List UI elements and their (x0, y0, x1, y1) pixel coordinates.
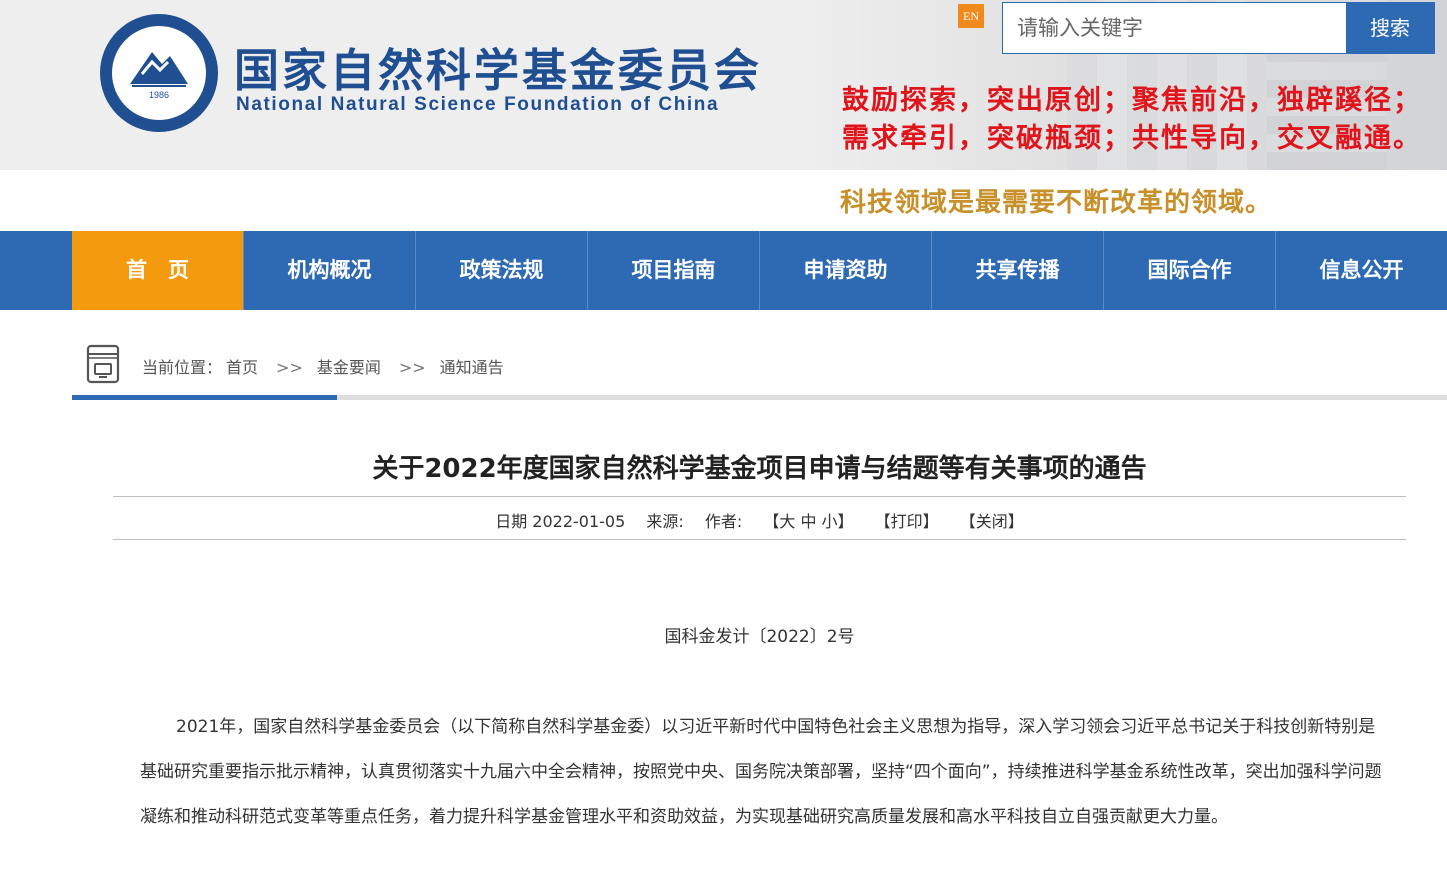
nav-list: 首 页 机构概况 政策法规 项目指南 申请资助 共享传播 国际合作 信息公开 (72, 231, 1447, 310)
breadcrumb-divider-accent (72, 395, 337, 400)
logo-year: 1986 (148, 90, 170, 100)
meta-divider (113, 539, 1406, 540)
article-author: 作者: (704, 512, 743, 531)
nav-item-home[interactable]: 首 页 (72, 231, 244, 310)
breadcrumb-prefix: 当前位置： (142, 358, 223, 377)
breadcrumb-notices-link[interactable]: 通知通告 (440, 358, 504, 377)
article-meta: 日期 2022-01-05 来源: 作者: 【大 中 小】 【打印】 【关闭】 (113, 508, 1406, 532)
breadcrumb-news-link[interactable]: 基金要闻 (317, 358, 381, 377)
nav-item-policies[interactable]: 政策法规 (416, 231, 588, 310)
english-version-button[interactable]: EN (958, 4, 984, 28)
nsfc-logo[interactable]: 1986 (100, 14, 218, 132)
location-book-icon (86, 344, 120, 384)
breadcrumb-separator: >> (276, 358, 303, 377)
breadcrumb-trail: 当前位置： 首页 >> 基金要闻 >> 通知通告 (142, 354, 508, 378)
article-body-paragraph: 2021年，国家自然科学基金委员会（以下简称自然科学基金委）以习近平新时代中国特… (140, 717, 1382, 827)
main-navigation: 首 页 机构概况 政策法规 项目指南 申请资助 共享传播 国际合作 信息公开 (0, 231, 1447, 310)
search-button[interactable]: 搜索 (1346, 3, 1434, 53)
document-number: 国科金发计〔2022〕2号 (664, 627, 855, 647)
mountain-icon (130, 52, 188, 87)
breadcrumb-separator: >> (398, 358, 426, 377)
article-date: 日期 2022-01-05 (495, 512, 626, 531)
site-title-chinese[interactable]: 国家自然科学基金委员会 (234, 34, 762, 99)
breadcrumb: 当前位置： 首页 >> 基金要闻 >> 通知通告 (72, 330, 1447, 400)
print-link[interactable]: 【打印】 (875, 512, 939, 531)
close-link[interactable]: 【关闭】 (960, 512, 1024, 531)
nav-item-sharing[interactable]: 共享传播 (932, 231, 1104, 310)
nav-item-disclosure[interactable]: 信息公开 (1276, 231, 1447, 310)
slogan-line-3: 科技领域是最需要不断改革的领域。 (840, 188, 1273, 218)
nav-item-guides[interactable]: 项目指南 (588, 231, 760, 310)
article-source: 来源: (646, 512, 684, 531)
site-header: 1986 国家自然科学基金委员会 National Natural Scienc… (0, 0, 1447, 231)
breadcrumb-home-link[interactable]: 首页 (226, 358, 258, 377)
title-divider (113, 496, 1406, 497)
nav-item-about[interactable]: 机构概况 (244, 231, 416, 310)
font-size-switch[interactable]: 【大 中 小】 (763, 512, 853, 531)
article-title: 关于2022年度国家自然科学基金项目申请与结题等有关事项的通告 (372, 454, 1147, 484)
logo-emblem: 1986 (112, 26, 206, 120)
nav-item-international[interactable]: 国际合作 (1104, 231, 1276, 310)
nav-item-funding[interactable]: 申请资助 (760, 231, 932, 310)
slogan-line-1: 鼓励探索，突出原创；聚焦前沿，独辟蹊径； (842, 85, 1422, 116)
search-box: 搜索 (1002, 2, 1435, 54)
slogan-line-2: 需求牵引，突破瓶颈；共性导向，交叉融通。 (842, 123, 1422, 154)
site-title-english[interactable]: National Natural Science Foundation of C… (236, 94, 719, 116)
search-input[interactable] (1003, 3, 1347, 53)
